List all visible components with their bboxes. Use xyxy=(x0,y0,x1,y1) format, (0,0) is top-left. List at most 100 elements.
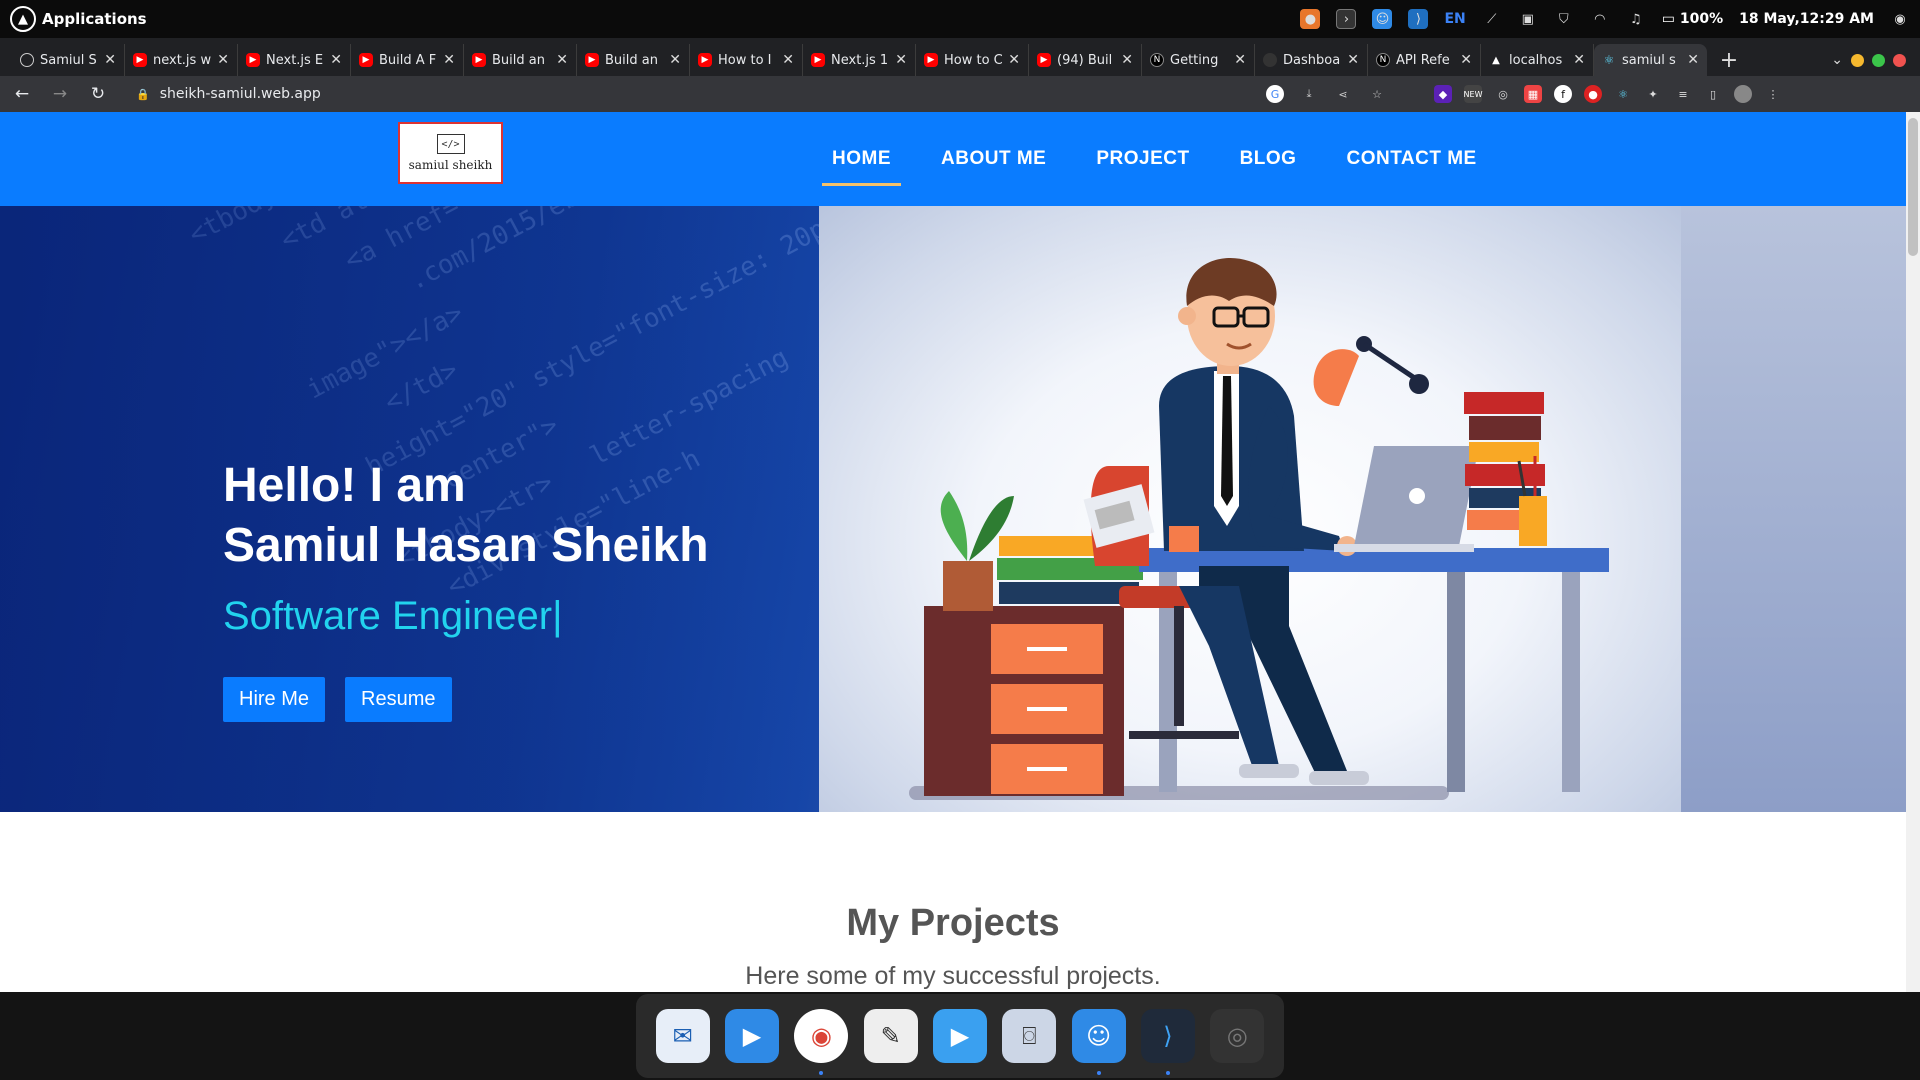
close-icon[interactable]: ✕ xyxy=(1121,52,1133,68)
browser-tab[interactable]: N Getting ✕ xyxy=(1142,44,1255,76)
back-arrow-icon[interactable]: ← xyxy=(12,84,32,104)
tab-label: next.js w xyxy=(153,52,212,68)
clock[interactable]: 18 May,12:29 AM xyxy=(1739,11,1874,27)
puzzle-icon[interactable]: ✦ xyxy=(1644,85,1662,103)
extension-colorful-icon[interactable]: ▦ xyxy=(1524,85,1542,103)
bookmark-star-icon[interactable]: ☆ xyxy=(1368,85,1386,103)
terminal-tray-icon[interactable]: › xyxy=(1336,9,1357,29)
nextjs-icon: N xyxy=(1376,53,1390,67)
youtube-icon: ▶ xyxy=(246,53,260,67)
hero-right-background xyxy=(1681,206,1906,812)
resume-button[interactable]: Resume xyxy=(345,677,452,722)
battery-icon: ▭ xyxy=(1661,11,1680,27)
address-bar[interactable]: 🔒 sheikh-samiul.web.app G ⤓ ⋖ ☆ xyxy=(126,80,1396,108)
react-devtools-icon[interactable]: ⚛ xyxy=(1614,85,1632,103)
google-icon[interactable]: G xyxy=(1266,85,1284,103)
hire-me-button[interactable]: Hire Me xyxy=(223,677,326,722)
scrollbar-thumb[interactable] xyxy=(1908,118,1918,256)
close-icon[interactable]: ✕ xyxy=(1687,52,1699,68)
browser-tab-strip: Samiul S ✕ ▶ next.js w ✕ ▶ Next.js E ✕ ▶ Build… xyxy=(0,38,1920,76)
music-icon[interactable]: ♫ xyxy=(1626,9,1646,29)
reading-list-icon[interactable]: ≡ xyxy=(1674,85,1692,103)
close-icon[interactable]: ✕ xyxy=(1460,52,1472,68)
browser-tab[interactable]: N API Refe ✕ xyxy=(1368,44,1481,76)
browser-tab[interactable]: ▶ Next.js 1 ✕ xyxy=(803,44,916,76)
minimize-button[interactable] xyxy=(1851,53,1864,67)
browser-tab[interactable]: ▶ Build A F ✕ xyxy=(351,44,464,76)
lock-icon[interactable]: 🔒 xyxy=(136,88,150,101)
media-player-icon[interactable]: ▶ xyxy=(932,1009,987,1063)
language-indicator[interactable]: EN xyxy=(1444,11,1465,27)
reload-icon[interactable]: ↻ xyxy=(88,84,108,104)
tab-label: samiul s xyxy=(1622,52,1676,68)
close-icon[interactable]: ✕ xyxy=(443,52,455,68)
vscode-tray-icon[interactable]: ⟩ xyxy=(1408,9,1429,29)
profile-avatar[interactable] xyxy=(1734,85,1752,103)
user-menu-icon[interactable]: ◉ xyxy=(1890,9,1910,29)
close-icon[interactable]: ✕ xyxy=(1573,52,1585,68)
share-icon[interactable]: ⋖ xyxy=(1334,85,1352,103)
applications-menu[interactable]: ▲ Applications xyxy=(10,6,147,32)
nav-home[interactable]: HOME xyxy=(820,112,903,206)
browser-tab[interactable]: ▶ How to C ✕ xyxy=(916,44,1029,76)
browser-tab[interactable]: ▶ next.js w ✕ xyxy=(125,44,238,76)
camera-icon[interactable]: ◎ xyxy=(1210,1009,1265,1063)
browser-tab[interactable]: Samiul S ✕ xyxy=(12,44,125,76)
extension-icon[interactable]: ◆ xyxy=(1434,85,1452,103)
close-icon[interactable]: ✕ xyxy=(895,52,907,68)
pen-tray-icon[interactable]: ⟋ xyxy=(1482,9,1502,29)
maximize-button[interactable] xyxy=(1872,53,1885,67)
nav-project[interactable]: PROJECT xyxy=(1084,112,1201,206)
close-icon[interactable]: ✕ xyxy=(669,52,681,68)
vscode-icon[interactable]: ⟩ xyxy=(1140,1009,1195,1075)
nav-contact-me[interactable]: CONTACT ME xyxy=(1334,112,1488,206)
nav-blog[interactable]: BLOG xyxy=(1228,112,1309,206)
text-editor-icon[interactable]: ✎ xyxy=(863,1009,918,1063)
close-icon[interactable]: ✕ xyxy=(1008,52,1020,68)
tab-search-icon[interactable]: ⌄ xyxy=(1831,52,1843,68)
media-player-icon[interactable]: ▶ xyxy=(724,1009,779,1063)
wifi-icon[interactable]: ◠ xyxy=(1590,9,1610,29)
dock-area: ✉ ▶ ◉ ✎ ▶ ⌼ ☺ ⟩ ◎ xyxy=(0,992,1920,1080)
new-tab-button[interactable]: + xyxy=(1713,44,1745,76)
thunderbird-icon[interactable]: ✉ xyxy=(655,1009,710,1063)
kebab-menu-icon[interactable]: ⋮ xyxy=(1764,85,1782,103)
browser-tab[interactable]: ▶ Build an ✕ xyxy=(577,44,690,76)
firefox-tray-icon[interactable]: ● xyxy=(1300,9,1321,29)
page-scrollbar[interactable] xyxy=(1906,112,1920,992)
close-icon[interactable]: ✕ xyxy=(1347,52,1359,68)
nav-about-me[interactable]: ABOUT ME xyxy=(929,112,1058,206)
close-icon[interactable]: ✕ xyxy=(330,52,342,68)
extension-f-icon[interactable]: f xyxy=(1554,85,1572,103)
clipboard-tray-icon[interactable]: ▣ xyxy=(1518,9,1538,29)
browser-tab[interactable]: Dashboa ✕ xyxy=(1255,44,1368,76)
browser-tab[interactable]: ▶ (94) Buil ✕ xyxy=(1029,44,1142,76)
browser-tab-active[interactable]: ⚛ samiul s ✕ xyxy=(1594,44,1707,76)
finder-icon[interactable]: ☺ xyxy=(1071,1009,1126,1075)
close-icon[interactable]: ✕ xyxy=(556,52,568,68)
close-icon[interactable]: ✕ xyxy=(104,52,116,68)
chrome-icon[interactable]: ◉ xyxy=(794,1009,849,1075)
forward-arrow-icon[interactable]: → xyxy=(50,84,70,104)
finder-tray-icon[interactable]: ☺ xyxy=(1372,9,1393,29)
close-icon[interactable]: ✕ xyxy=(782,52,794,68)
browser-tab[interactable]: ▶ How to I ✕ xyxy=(690,44,803,76)
install-icon[interactable]: ⤓ xyxy=(1300,85,1318,103)
react-icon: ⚛ xyxy=(1603,53,1615,67)
extension-new-icon[interactable]: NEW xyxy=(1464,85,1482,103)
extension-target-icon[interactable]: ◎ xyxy=(1494,85,1512,103)
close-window-button[interactable] xyxy=(1893,53,1906,67)
browser-tab[interactable]: ▲ localhos ✕ xyxy=(1481,44,1594,76)
shield-tray-icon[interactable]: ⛉ xyxy=(1554,9,1574,29)
hero-illustration xyxy=(819,206,1681,812)
close-icon[interactable]: ✕ xyxy=(1234,52,1246,68)
hero-greeting: Hello! I am xyxy=(223,459,466,512)
browser-tab[interactable]: ▶ Next.js E ✕ xyxy=(238,44,351,76)
side-panel-icon[interactable]: ▯ xyxy=(1704,85,1722,103)
close-icon[interactable]: ✕ xyxy=(217,52,229,68)
extension-red-icon[interactable]: ● xyxy=(1584,85,1602,103)
browser-tab[interactable]: ▶ Build an ✕ xyxy=(464,44,577,76)
site-logo[interactable]: </> samiul sheikh xyxy=(398,122,503,184)
screenshot-icon[interactable]: ⌼ xyxy=(1002,1009,1057,1063)
battery-indicator[interactable]: ▭ 100% xyxy=(1662,11,1723,27)
